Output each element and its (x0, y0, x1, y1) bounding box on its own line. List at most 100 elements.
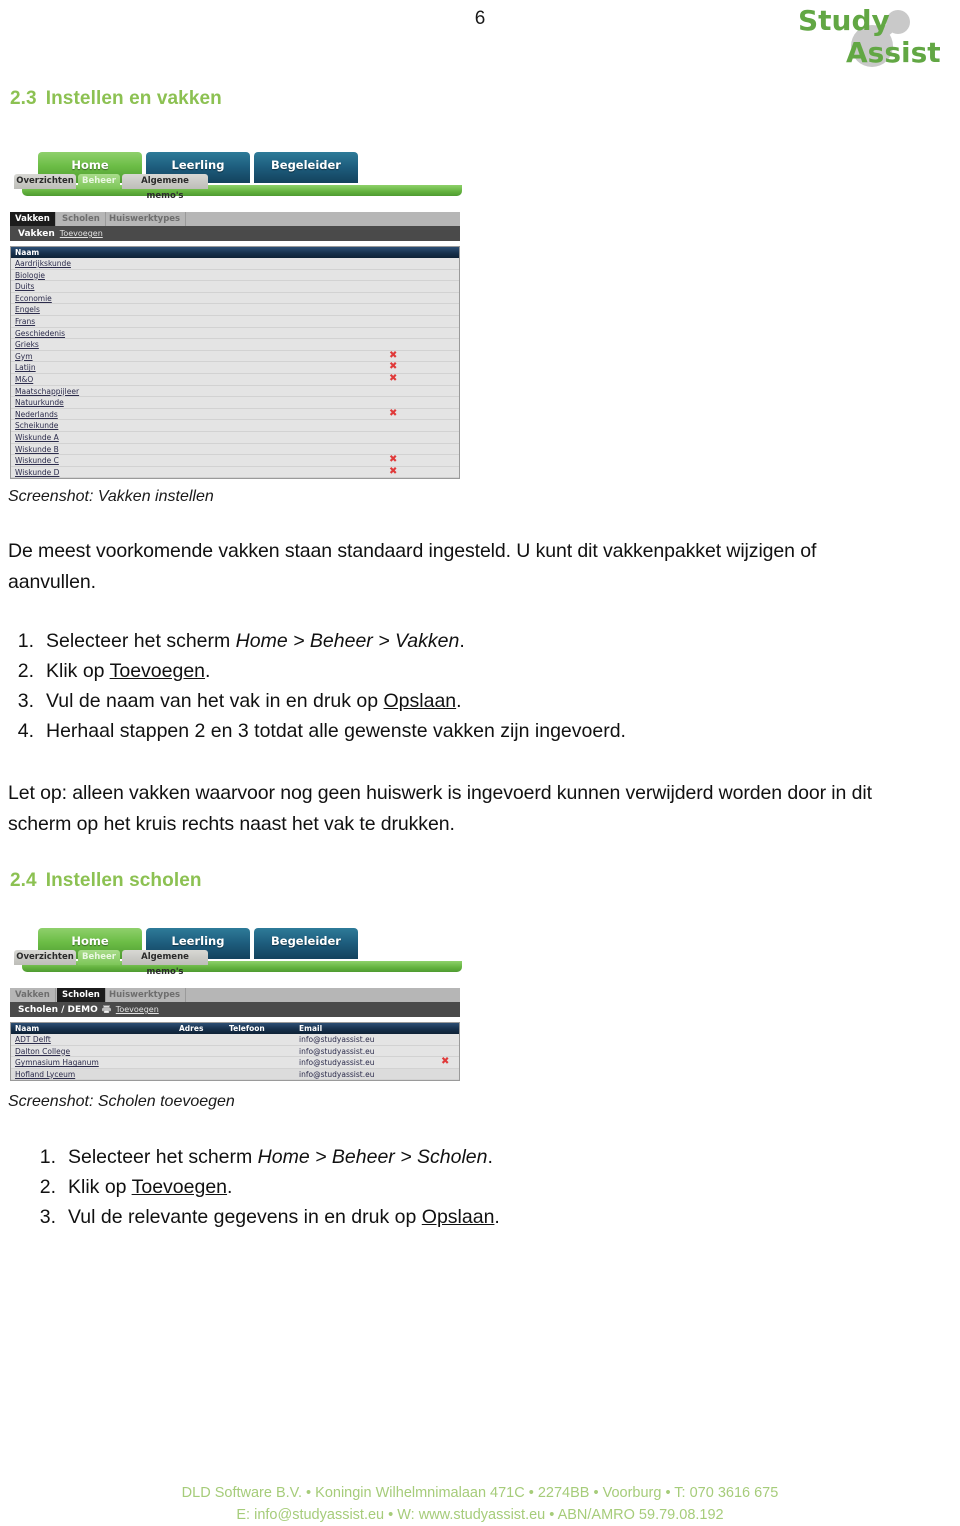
breadcrumb-label: Scholen / DEMO (18, 1005, 98, 1015)
step-text: Klik op Toevoegen. (68, 1172, 812, 1202)
step-item: 2. Klik op Toevoegen. (10, 656, 790, 686)
table-row: Frans (11, 316, 459, 328)
school-email: info@studyassist.eu (299, 1058, 375, 1068)
scholen-grid: Naam Adres Telefoon Email ADT Delft info@… (10, 1022, 460, 1082)
module-tab-huiswerktypes[interactable]: Huiswerktypes (104, 988, 187, 1002)
table-row: Geschiedenis (11, 328, 459, 340)
step-text-pre: Vul de naam van het vak in en druk op (46, 690, 384, 712)
caption-scholen: Screenshot: Scholen toevoegen (8, 1093, 235, 1110)
step-text-post: . (227, 1176, 233, 1198)
vak-name-link[interactable]: Frans (15, 317, 35, 326)
vak-name-link[interactable]: Wiskunde C (15, 456, 59, 465)
vak-name-link[interactable]: Duits (15, 282, 34, 291)
delete-icon[interactable]: ✖ (389, 373, 397, 383)
table-row: Grieks (11, 339, 459, 351)
toevoegen-link[interactable]: Toevoegen (60, 229, 103, 238)
step-link-opslaan[interactable]: Opslaan (422, 1206, 495, 1228)
sub-tab-overzichten[interactable]: Overzichten (14, 950, 76, 965)
vak-name-link[interactable]: Nederlands (15, 410, 58, 419)
table-row: Wiskunde D ✖ (11, 466, 459, 479)
step-item: 2. Klik op Toevoegen. (32, 1172, 812, 1202)
school-email: info@studyassist.eu (299, 1046, 375, 1056)
app-navigation: Home Leerling Begeleider Overzichten Beh… (0, 152, 470, 201)
vak-name-link[interactable]: Geschiedenis (15, 329, 65, 338)
module-tab-scholen[interactable]: Scholen (57, 212, 106, 226)
breadcrumb-bar-vakken: Vakken Toevoegen (10, 226, 460, 241)
school-name-link[interactable]: Dalton College (15, 1047, 70, 1056)
school-name-link[interactable]: Gymnasium Haganum (15, 1058, 99, 1067)
module-tab-vakken[interactable]: Vakken (10, 212, 56, 226)
sub-tab-overzichten[interactable]: Overzichten (14, 174, 76, 189)
footer: DLD Software B.V. • Koningin Wilhelmnima… (0, 1482, 960, 1526)
delete-icon[interactable]: ✖ (389, 466, 397, 476)
step-text-pre: Selecteer het scherm (46, 630, 236, 652)
vak-name-link[interactable]: Gym (15, 352, 33, 361)
section-number: 2.3 (10, 88, 37, 109)
main-tab-begeleider[interactable]: Begeleider (254, 152, 358, 183)
vak-name-link[interactable]: Scheikunde (15, 421, 58, 430)
delete-icon[interactable]: ✖ (441, 1057, 449, 1067)
vakken-rows: Aardrijkskunde Biologie Duits Economie Engel… (11, 258, 459, 479)
step-text-post: . (456, 690, 462, 712)
module-tab-scholen[interactable]: Scholen (57, 988, 106, 1002)
table-row: Duits (11, 281, 459, 293)
delete-icon[interactable]: ✖ (389, 455, 397, 465)
steps-vakken: 1. Selecteer het scherm Home > Beheer > … (10, 626, 790, 746)
table-row: Dalton College info@studyassist.eu (11, 1046, 459, 1058)
breadcrumb-bar-scholen: Scholen / DEMO Toevoegen (10, 1002, 460, 1017)
vak-name-link[interactable]: Grieks (15, 340, 39, 349)
step-text-pre: Vul de relevante gegevens in en druk op (68, 1206, 422, 1228)
step-item: 3. Vul de naam van het vak in en druk op… (10, 686, 790, 716)
school-name-link[interactable]: ADT Delft (15, 1035, 51, 1044)
school-name-link[interactable]: Hofland Lyceum (15, 1070, 75, 1079)
vak-name-link[interactable]: Wiskunde A (15, 433, 59, 442)
vak-name-link[interactable]: Wiskunde D (15, 468, 59, 477)
table-row: Scheikunde (11, 420, 459, 432)
vak-name-link[interactable]: Engels (15, 305, 40, 314)
step-text-post: . (487, 1146, 493, 1168)
vak-name-link[interactable]: Wiskunde B (15, 445, 59, 454)
module-tab-vakken[interactable]: Vakken (10, 988, 56, 1002)
module-tab-huiswerktypes[interactable]: Huiswerktypes (104, 212, 187, 226)
vak-name-link[interactable]: M&O (15, 375, 33, 384)
study-assist-logo: Study Assist (780, 2, 960, 68)
table-row: Nederlands ✖ (11, 408, 459, 421)
vak-name-link[interactable]: Latijn (15, 363, 36, 372)
vak-name-link[interactable]: Aardrijkskunde (15, 259, 71, 268)
breadcrumb-label: Vakken (18, 229, 55, 239)
toevoegen-link[interactable]: Toevoegen (116, 1005, 159, 1014)
sub-tab-beheer[interactable]: Beheer (78, 174, 120, 189)
printer-icon[interactable] (101, 1004, 111, 1014)
vak-name-link[interactable]: Maatschappijleer (15, 387, 79, 396)
sub-tab-algemene-memos[interactable]: Algemene memo's (122, 950, 208, 977)
step-link-toevoegen[interactable]: Toevoegen (132, 1176, 227, 1198)
step-number: 4. (17, 720, 34, 742)
table-row: Hofland Lyceum info@studyassist.eu (11, 1068, 459, 1081)
vak-name-link[interactable]: Natuurkunde (15, 398, 64, 407)
step-number: 2. (39, 1176, 56, 1198)
step-link-opslaan[interactable]: Opslaan (384, 690, 457, 712)
sub-tab-beheer[interactable]: Beheer (78, 950, 120, 965)
table-row: Economie (11, 293, 459, 305)
table-row: Maatschappijleer (11, 386, 459, 398)
vak-name-link[interactable]: Economie (15, 294, 52, 303)
delete-icon[interactable]: ✖ (389, 408, 397, 418)
step-text: Klik op Toevoegen. (46, 656, 790, 686)
step-link-toevoegen[interactable]: Toevoegen (110, 660, 205, 682)
step-text-post: . (494, 1206, 500, 1228)
school-email: info@studyassist.eu (299, 1035, 375, 1044)
main-tab-begeleider[interactable]: Begeleider (254, 928, 358, 959)
step-text-pre: Klik op (46, 660, 110, 682)
column-header-email: Email (299, 1024, 323, 1033)
column-header-naam: Naam (15, 1024, 40, 1033)
sub-tab-algemene-memos[interactable]: Algemene memo's (122, 174, 208, 201)
step-text-post: . (459, 630, 465, 652)
school-email: info@studyassist.eu (299, 1069, 375, 1079)
table-row: Aardrijkskunde (11, 258, 459, 270)
delete-icon[interactable]: ✖ (389, 350, 397, 360)
step-item: 1. Selecteer het scherm Home > Beheer > … (32, 1142, 812, 1172)
vak-name-link[interactable]: Biologie (15, 271, 45, 280)
delete-icon[interactable]: ✖ (389, 362, 397, 372)
step-number: 2. (17, 660, 34, 682)
section-title: Instellen scholen (45, 870, 202, 891)
